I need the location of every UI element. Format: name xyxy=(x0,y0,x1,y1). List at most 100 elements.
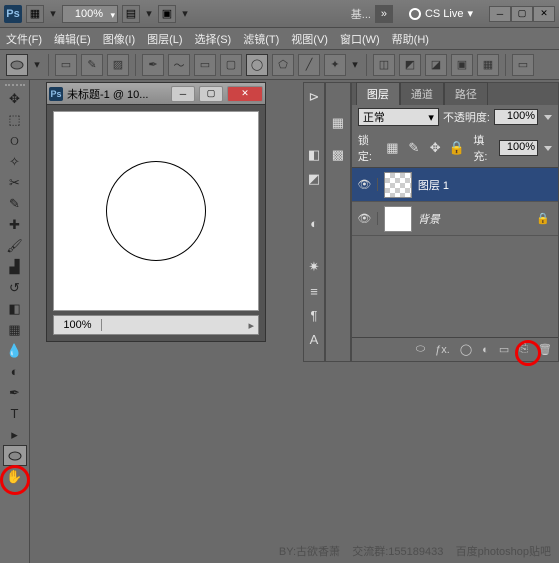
menu-layer[interactable]: 图层(L) xyxy=(147,31,182,47)
lock-trans-icon[interactable]: ▦ xyxy=(384,138,401,158)
combine-int-icon[interactable]: ▣ xyxy=(451,54,473,76)
canvas[interactable] xyxy=(53,111,259,311)
type-tool[interactable]: T xyxy=(3,403,27,424)
hand-tool[interactable]: ✋ xyxy=(3,466,27,487)
style-icon[interactable]: ▭ xyxy=(512,54,534,76)
link-icon[interactable]: ⬭ xyxy=(416,343,425,356)
delete-icon[interactable]: 🗑 xyxy=(538,343,552,356)
fill-caret-icon[interactable] xyxy=(544,146,552,151)
layer-name[interactable]: 背景 xyxy=(418,211,536,227)
menu-filter[interactable]: 滤镜(T) xyxy=(243,31,279,47)
lock-all-icon[interactable]: 🔒 xyxy=(448,138,465,158)
fill-input[interactable]: 100% xyxy=(499,140,538,156)
char2-icon[interactable]: A xyxy=(304,329,324,349)
group-icon[interactable]: ▭ xyxy=(499,343,509,356)
tab-layers[interactable]: 图层 xyxy=(356,82,400,105)
combine-sub-icon[interactable]: ◪ xyxy=(425,54,447,76)
lock-move-icon[interactable]: ✥ xyxy=(427,138,444,158)
cslive-button[interactable]: CS Live▾ xyxy=(409,7,473,20)
lock-paint-icon[interactable]: ✎ xyxy=(405,138,422,158)
fx-icon[interactable]: ƒx. xyxy=(435,344,450,356)
menu-help[interactable]: 帮助(H) xyxy=(392,31,429,47)
new-layer-icon[interactable]: ⎘ xyxy=(519,343,528,356)
combine-new-icon[interactable]: ◫ xyxy=(373,54,395,76)
expand-icon[interactable]: ⊳ xyxy=(304,87,324,107)
ellipse-icon[interactable]: ◯ xyxy=(246,54,268,76)
pen-tool[interactable]: ✒ xyxy=(3,382,27,403)
roundrect-icon[interactable]: ▢ xyxy=(220,54,242,76)
shapemode-fill-icon[interactable]: ▨ xyxy=(107,54,129,76)
layer-thumb[interactable] xyxy=(384,172,412,198)
eye-icon[interactable]: 👁 xyxy=(352,178,378,191)
menu-select[interactable]: 选择(S) xyxy=(195,31,232,47)
eraser-tool[interactable]: ◧ xyxy=(3,298,27,319)
minimize-button[interactable]: ─ xyxy=(489,6,511,22)
current-tool-icon[interactable] xyxy=(6,54,28,76)
workspace-more-icon[interactable]: » xyxy=(375,5,393,23)
crop-tool[interactable]: ✂ xyxy=(3,172,27,193)
adjustment-icon[interactable]: ◐ xyxy=(482,344,489,356)
shapemode-path-icon[interactable]: ✎ xyxy=(81,54,103,76)
zoom-select[interactable]: 100% xyxy=(62,5,118,23)
maximize-button[interactable]: ▢ xyxy=(511,6,533,22)
opacity-caret-icon[interactable] xyxy=(544,115,552,120)
tab-paths[interactable]: 路径 xyxy=(444,82,488,105)
menu-file[interactable]: 文件(F) xyxy=(6,31,42,47)
brush2-icon[interactable]: ≡ xyxy=(304,281,324,301)
wand-tool[interactable]: ✧ xyxy=(3,151,27,172)
move-tool[interactable]: ✥ xyxy=(3,88,27,109)
path-select-tool[interactable]: ▸ xyxy=(3,424,27,445)
eye-icon[interactable]: 👁 xyxy=(352,212,378,225)
shapemode-shape-icon[interactable]: ▭ xyxy=(55,54,77,76)
freeform-icon[interactable]: 〜 xyxy=(168,54,190,76)
menu-edit[interactable]: 编辑(E) xyxy=(54,31,91,47)
lasso-tool[interactable]: ଠ xyxy=(3,130,27,151)
workspace-label[interactable]: 基... xyxy=(351,6,371,22)
layer-thumb[interactable] xyxy=(384,206,412,232)
doc-maximize-button[interactable]: ▢ xyxy=(199,86,223,102)
swatch2-icon[interactable]: ▩ xyxy=(328,145,348,165)
custom-shape-icon[interactable]: ✦ xyxy=(324,54,346,76)
rect-icon[interactable]: ▭ xyxy=(194,54,216,76)
stamp-tool[interactable]: ▟ xyxy=(3,256,27,277)
doc-minimize-button[interactable]: ─ xyxy=(171,86,195,102)
layer-row[interactable]: 👁 图层 1 xyxy=(352,168,558,202)
doc-close-button[interactable]: ✕ xyxy=(227,86,263,102)
dodge-tool[interactable]: ◐ xyxy=(3,361,27,382)
menu-image[interactable]: 图像(I) xyxy=(103,31,135,47)
menu-window[interactable]: 窗口(W) xyxy=(340,31,380,47)
adjust-icon[interactable]: ◐ xyxy=(304,213,324,233)
heal-tool[interactable]: ✚ xyxy=(3,214,27,235)
brush-tool[interactable]: 🖌 xyxy=(3,235,27,256)
layer-row[interactable]: 👁 背景 🔒 xyxy=(352,202,558,236)
dropdown-caret[interactable]: ▾ xyxy=(48,7,58,20)
eyedropper-tool[interactable]: ✎ xyxy=(3,193,27,214)
char-icon[interactable]: ¶ xyxy=(304,305,324,325)
viewmode-icon[interactable]: ▣ xyxy=(158,5,176,23)
pen-icon[interactable]: ✒ xyxy=(142,54,164,76)
close-button[interactable]: ✕ xyxy=(533,6,555,22)
document-window[interactable]: Ps 未标题-1 @ 10... ─ ▢ ✕ 100% ▸ xyxy=(46,82,266,342)
grid-icon[interactable]: ▤ xyxy=(122,5,140,23)
histogram-icon[interactable]: ◧ xyxy=(304,145,324,165)
mask-icon[interactable]: ◯ xyxy=(460,343,472,356)
blur-tool[interactable]: 💧 xyxy=(3,340,27,361)
bridge-icon[interactable]: ▦ xyxy=(26,5,44,23)
color-icon[interactable]: ◩ xyxy=(304,169,324,189)
line-icon[interactable]: ╱ xyxy=(298,54,320,76)
shape-tool[interactable] xyxy=(3,445,27,466)
opacity-input[interactable]: 100% xyxy=(494,109,538,125)
doc-zoom[interactable]: 100% xyxy=(54,319,102,331)
brush-icon[interactable]: ✷ xyxy=(304,257,324,277)
swatch1-icon[interactable]: ▦ xyxy=(328,113,348,133)
blend-mode-select[interactable]: 正常▾ xyxy=(358,108,439,126)
menu-view[interactable]: 视图(V) xyxy=(291,31,328,47)
history-brush-tool[interactable]: ↺ xyxy=(3,277,27,298)
tab-channels[interactable]: 通道 xyxy=(400,82,444,105)
gradient-tool[interactable]: ▦ xyxy=(3,319,27,340)
layer-name[interactable]: 图层 1 xyxy=(418,177,558,193)
status-caret-icon[interactable]: ▸ xyxy=(244,319,258,332)
polygon-icon[interactable]: ⬠ xyxy=(272,54,294,76)
combine-add-icon[interactable]: ◩ xyxy=(399,54,421,76)
document-titlebar[interactable]: Ps 未标题-1 @ 10... ─ ▢ ✕ xyxy=(47,83,265,105)
